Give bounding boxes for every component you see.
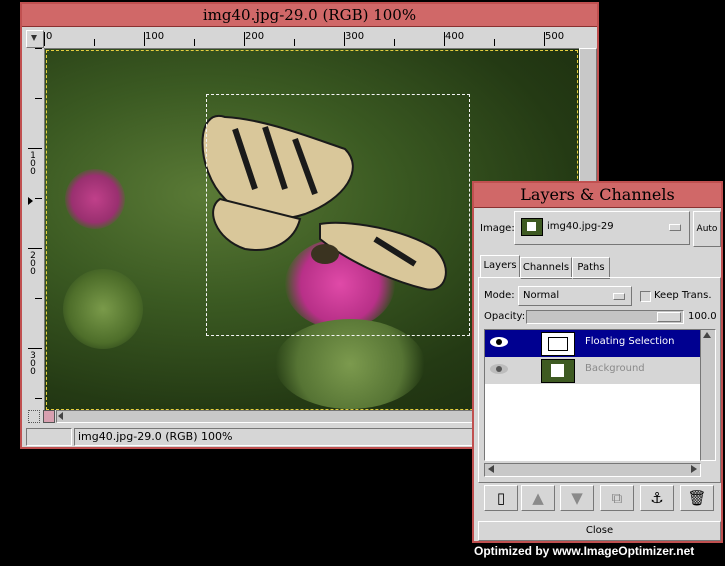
layer-row-floating-selection[interactable]: Floating Selection	[485, 330, 700, 357]
anchor-layer-icon: ⚓	[650, 489, 664, 507]
visibility-eye-icon[interactable]	[489, 362, 509, 376]
thumb-inner	[548, 337, 568, 351]
duplicate-layer-icon: ⧉	[611, 489, 623, 507]
raise-layer-icon: ▲	[532, 489, 544, 507]
layer-name: Floating Selection	[585, 336, 675, 347]
image-select-menu[interactable]: img40.jpg-29	[514, 211, 690, 245]
scroll-left-icon[interactable]	[486, 464, 496, 474]
mode-label: Mode:	[484, 290, 515, 301]
tab-channels[interactable]: Channels	[520, 257, 572, 279]
layer-thumbnail	[541, 332, 575, 356]
ruler-label: 1 0 0	[30, 151, 36, 177]
ruler-label: 3 0 0	[30, 351, 36, 377]
layers-horizontal-scrollbar[interactable]	[484, 463, 701, 477]
ruler-corner-button[interactable]	[26, 30, 44, 48]
delete-layer-button[interactable]: 🗑	[680, 485, 714, 511]
opacity-slider-handle[interactable]	[657, 312, 681, 322]
mode-value: Normal	[523, 290, 560, 301]
tab-layers[interactable]: Layers	[480, 255, 520, 278]
keep-trans-checkbox[interactable]	[640, 291, 651, 302]
new-layer-button[interactable]: ▯	[484, 485, 518, 511]
layer-row-background[interactable]: Background	[485, 357, 700, 384]
ruler-ticks	[44, 32, 545, 46]
image-thumbnail	[521, 218, 543, 236]
horizontal-ruler[interactable]: 0 100 200 300 400 500	[44, 30, 594, 46]
option-menu-indicator-icon	[669, 224, 681, 231]
tab-paths[interactable]: Paths	[572, 257, 610, 279]
option-menu-indicator-icon	[613, 293, 625, 300]
opacity-value: 100.0	[688, 311, 717, 322]
layer-thumbnail	[541, 359, 575, 383]
duplicate-layer-button[interactable]: ⧉	[600, 485, 634, 511]
cursor-position-display	[26, 428, 72, 446]
close-button[interactable]: Close	[478, 521, 721, 541]
scroll-left-icon[interactable]	[57, 411, 65, 421]
lower-layer-icon: ▼	[571, 489, 583, 507]
ruler-label: 2 0 0	[30, 251, 36, 277]
image-label: Image:	[480, 223, 515, 234]
layers-vertical-scrollbar[interactable]	[700, 329, 716, 461]
floating-selection-marquee[interactable]	[206, 94, 470, 336]
scroll-up-icon[interactable]	[701, 330, 713, 340]
dialog-title[interactable]: Layers & Channels	[474, 183, 721, 208]
raise-layer-button[interactable]: ▲	[521, 485, 555, 511]
layers-channels-dialog: Layers & Channels Image: img40.jpg-29 Au…	[472, 181, 723, 543]
delete-layer-icon: 🗑	[687, 489, 707, 507]
anchor-layer-button[interactable]: ⚓	[640, 485, 674, 511]
image-select-value: img40.jpg-29	[547, 221, 614, 232]
opacity-label: Opacity:	[484, 311, 526, 322]
opacity-slider[interactable]	[526, 310, 684, 324]
lower-layer-button[interactable]: ▼	[560, 485, 594, 511]
watermark-text: Optimized by www.ImageOptimizer.net	[474, 544, 695, 558]
auto-button[interactable]: Auto	[693, 211, 721, 247]
new-layer-icon: ▯	[496, 489, 506, 507]
thumb-inner	[551, 364, 564, 377]
quickmask-off-icon[interactable]	[28, 410, 40, 423]
menu-arrow-icon	[31, 35, 37, 41]
vertical-ruler[interactable]: 1 0 0 2 0 0 3 0 0	[26, 48, 42, 410]
quickmask-on-icon[interactable]	[43, 410, 55, 423]
scroll-right-icon[interactable]	[689, 464, 699, 474]
layer-name: Background	[585, 363, 645, 374]
mode-select[interactable]: Normal	[518, 286, 632, 306]
layers-list: Floating Selection Background	[484, 329, 701, 461]
keep-trans-label: Keep Trans.	[654, 290, 712, 301]
visibility-eye-icon[interactable]	[489, 335, 509, 349]
thumb-inner	[527, 222, 536, 231]
image-window-title[interactable]: img40.jpg-29.0 (RGB) 100%	[22, 4, 597, 27]
